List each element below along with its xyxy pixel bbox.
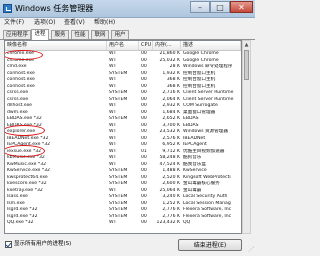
scrollbar-thumb[interactable] <box>244 50 249 80</box>
title-bar: Windows 任务管理器 – □ ✕ <box>0 0 255 18</box>
tab-users[interactable]: 用户 <box>111 30 129 39</box>
resize-grip-icon[interactable]: ⋰ <box>248 246 254 254</box>
cell-image-name: QQ.exe *32 <box>7 220 34 225</box>
tab-services[interactable]: 服务 <box>51 30 69 39</box>
tab-performance[interactable]: 性能 <box>71 30 89 39</box>
scroll-up-arrow-icon[interactable]: ▲ <box>243 41 250 49</box>
footer-bar: 显示所有用户的进程(S) 结束进程(E) <box>0 236 255 256</box>
menu-view[interactable]: 查看(V) <box>64 19 85 27</box>
tab-processes[interactable]: 进程 <box>31 29 49 40</box>
red-annotation-circle <box>5 50 43 60</box>
cell-user: WT <box>109 220 117 225</box>
cell-memory: 123,432 K <box>156 220 180 225</box>
column-header-user[interactable]: 用户名 <box>107 41 139 50</box>
cell-cpu: 00 <box>141 220 147 225</box>
column-header-cpu[interactable]: CPU <box>139 41 153 50</box>
show-all-users-label[interactable]: 显示所有用户的进程(S) <box>14 241 71 248</box>
tab-strip: 应用程序 进程 服务 性能 联网 用户 <box>0 29 255 40</box>
end-process-button[interactable]: 结束进程(E) <box>178 239 242 251</box>
process-list-header: 映像名称 用户名 CPU 内存(... 描述 <box>5 41 241 51</box>
tab-applications[interactable]: 应用程序 <box>3 30 31 39</box>
cell-description: QQ <box>183 220 191 225</box>
maximize-button[interactable]: □ <box>210 1 230 13</box>
menu-options[interactable]: 选项(O) <box>34 19 55 27</box>
menu-file[interactable]: 文件(F) <box>4 19 24 27</box>
process-list[interactable]: 映像名称 用户名 CPU 内存(... 描述 chrome.exe WT 00 21,… <box>4 40 242 234</box>
task-manager-icon <box>3 4 12 13</box>
column-header-description[interactable]: 描述 <box>181 41 241 50</box>
tab-networking[interactable]: 联网 <box>91 30 109 39</box>
task-manager-window: Windows 任务管理器 – □ ✕ 文件(F) 选项(O) 查看(V) 帮助… <box>0 0 255 256</box>
window-title: Windows 任务管理器 <box>15 4 94 13</box>
red-annotation-circle <box>5 145 45 157</box>
column-header-image-name[interactable]: 映像名称 <box>5 41 107 50</box>
menu-help[interactable]: 帮助(H) <box>94 19 115 27</box>
menu-bar: 文件(F) 选项(O) 查看(V) 帮助(H) <box>0 18 255 28</box>
column-header-memory[interactable]: 内存(... <box>153 41 181 50</box>
minimize-button[interactable]: – <box>190 1 210 13</box>
table-row[interactable]: QQ.exe *32 WT 00 123,432 K QQ <box>5 220 241 227</box>
close-button[interactable]: ✕ <box>230 1 253 13</box>
show-all-users-checkbox[interactable] <box>5 241 12 248</box>
vertical-scrollbar[interactable]: ▲ <box>242 40 251 234</box>
red-annotation-circle <box>5 125 45 136</box>
